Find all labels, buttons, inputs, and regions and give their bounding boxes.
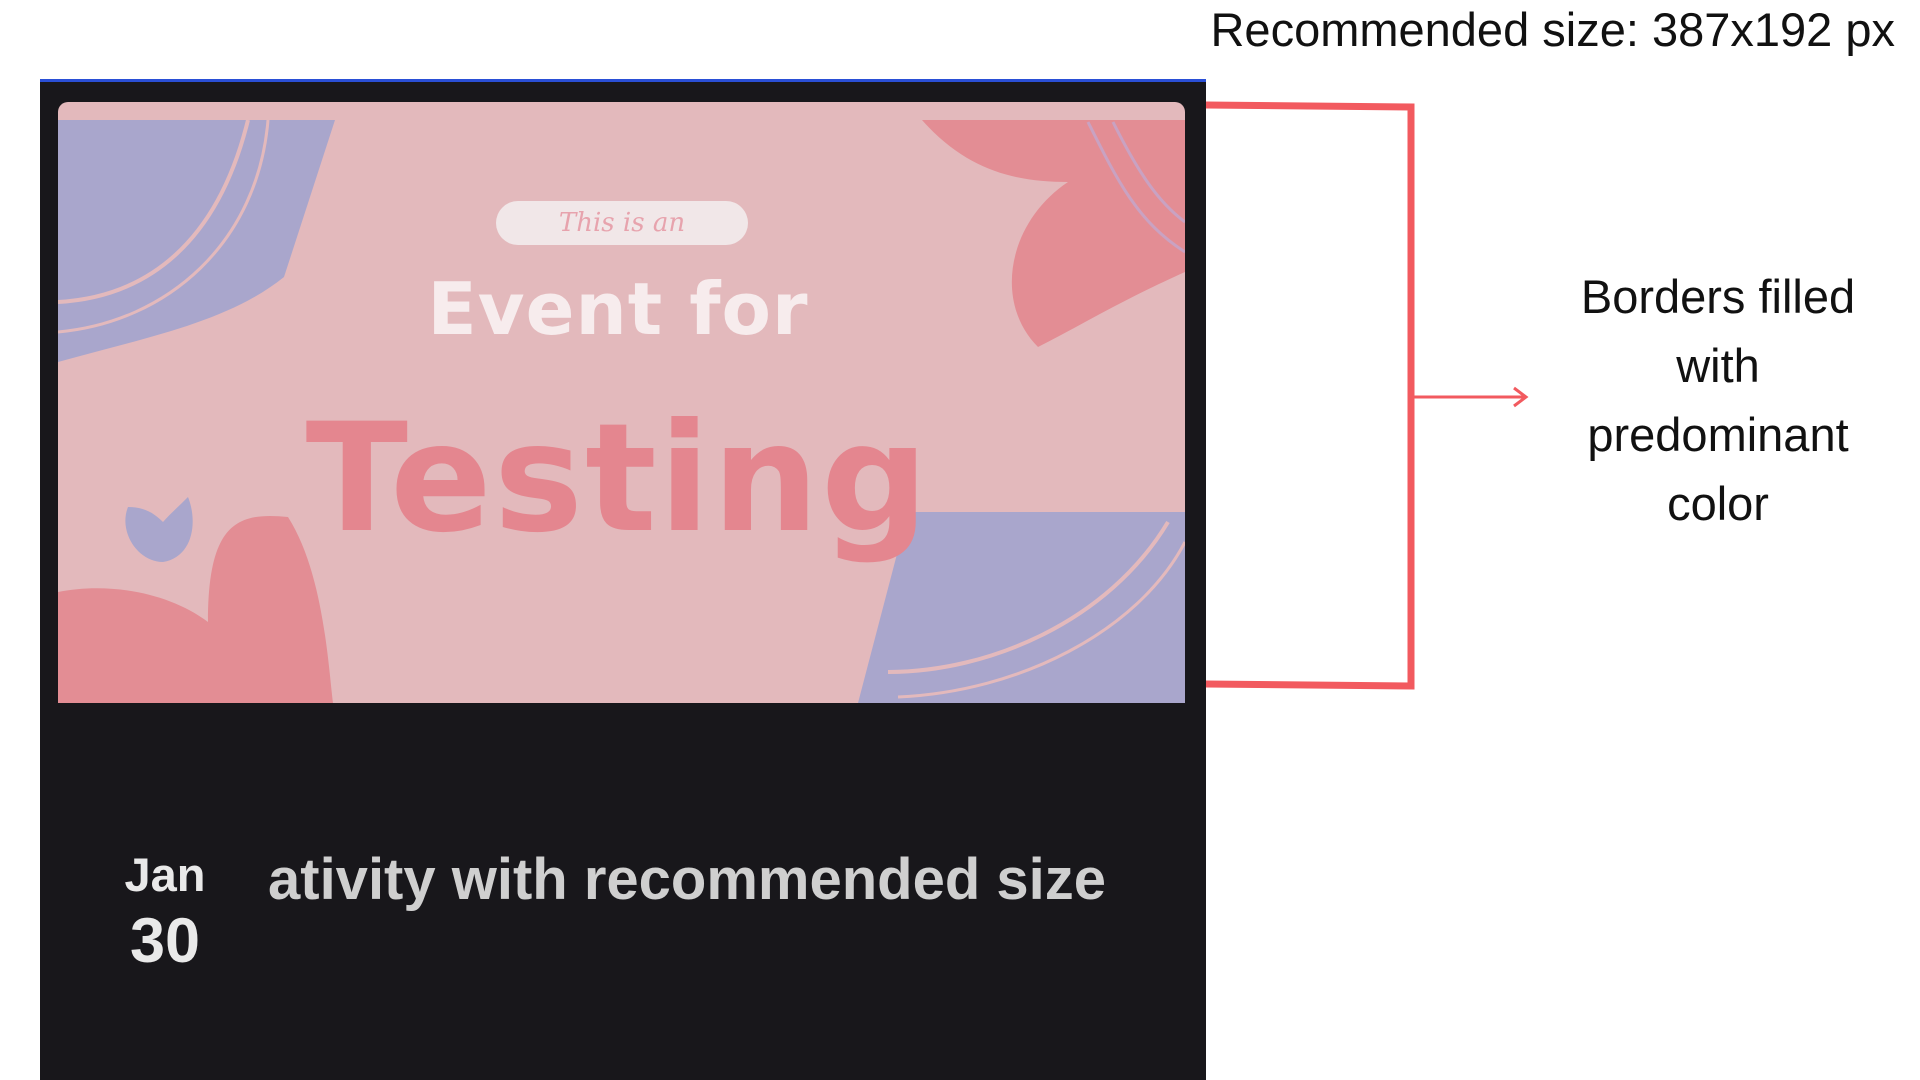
banner-pill-label: This is an — [496, 201, 748, 245]
arrow-head-icon — [1513, 386, 1529, 408]
banner-headline-main: Testing — [305, 392, 931, 566]
bracket-line — [1205, 101, 1415, 690]
event-date-month: Jan — [124, 848, 206, 901]
banner-headline-top: Event for — [427, 267, 809, 351]
event-banner-image[interactable]: This is an Event for Testing — [58, 102, 1185, 703]
screenshot-stage: Recommended size: 387x192 px This is an … — [0, 0, 1920, 1080]
event-date-day: 30 — [129, 906, 201, 976]
event-date: Jan 30 — [115, 847, 215, 979]
lavender-sprout-shape — [125, 497, 193, 562]
recommended-size-label: Recommended size: 387x192 px — [1210, 3, 1895, 56]
event-title[interactable]: ativity with recommended size — [268, 844, 1128, 916]
pink-petal-shape — [922, 120, 1185, 347]
event-card[interactable]: This is an Event for Testing Jan 30 ativ… — [40, 79, 1206, 1080]
borders-note-label: Borders filled with predominant color — [1580, 270, 1856, 530]
